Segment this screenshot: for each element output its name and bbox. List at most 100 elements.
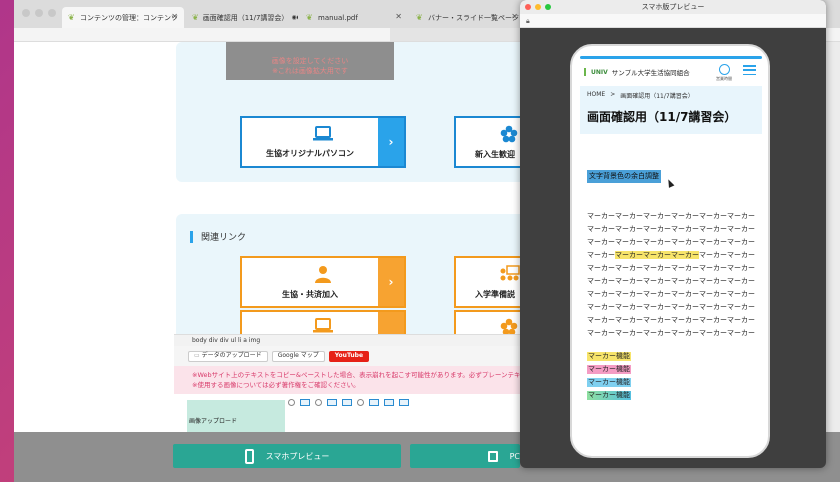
yellow-marker-highlight: マーカーマーカーマーカー: [615, 251, 699, 259]
image-layout-icon: [399, 399, 409, 406]
menu-icon[interactable]: [743, 65, 756, 75]
related-links-panel: 関連リンク 生協・共済加入 › 入学準備説: [176, 214, 520, 334]
site-header: UNIV サンプル大学生活協同組合 営業時間: [580, 59, 762, 85]
site-logo[interactable]: UNIV: [584, 68, 608, 76]
logo-text: UNIV: [591, 68, 608, 76]
breadcrumb-separator: >: [610, 91, 616, 98]
image-layout-icon: [342, 399, 352, 406]
notice-box: ※Webサイト上のテキストをコピー&ペーストした場合、表示崩れを起こす可能性があ…: [174, 366, 520, 394]
tab-label: バナー・スライド一覧ページ |: [428, 13, 524, 22]
button-label: 入学準備説: [475, 289, 515, 299]
audio-icon: ◉●: [291, 14, 298, 21]
section-title: 関連リンク: [201, 233, 247, 243]
marker-line: マーカーマーカーマーカーマーカーマーカーマーカー: [587, 303, 755, 311]
chevron-right-icon: ›: [378, 118, 404, 166]
marker-line: マーカーマーカーマーカーマーカーマーカーマーカー: [587, 225, 755, 233]
preview-titlebar: スマホ版プレビュー: [520, 0, 826, 14]
marker-line: マーカーマーカーマーカーマーカーマーカーマーカー: [587, 238, 755, 246]
breadcrumb-home[interactable]: HOME: [587, 91, 605, 100]
preview-minimize-button[interactable]: [535, 4, 541, 10]
smartphone-icon: [244, 448, 254, 464]
breadcrumb-current: 画面確認用（11/7講習会）: [620, 93, 694, 100]
laptop-icon: [313, 125, 333, 140]
laptop-icon: [313, 318, 333, 333]
google-maps-button[interactable]: Google マップ: [271, 350, 325, 362]
close-icon[interactable]: ✕: [395, 12, 402, 21]
lock-icon: 🔒︎: [526, 17, 530, 25]
leaf-favicon-icon: ❦: [306, 12, 313, 22]
pc-preview-button[interactable]: PC: [410, 444, 520, 468]
close-icon[interactable]: ✕: [511, 12, 518, 21]
preview-zoom-button[interactable]: [545, 4, 551, 10]
window-zoom-button[interactable]: [48, 9, 56, 17]
preview-close-button[interactable]: [525, 4, 531, 10]
tab-label: manual.pdf: [318, 13, 358, 22]
seminar-icon: [500, 264, 520, 280]
file-upload-label: データのアップロード: [201, 352, 262, 359]
button-label: 生協オリジナルパソコン: [266, 148, 354, 158]
original-pc-button[interactable]: 生協オリジナルパソコン ›: [240, 116, 406, 168]
hours-label: 営業時間: [716, 76, 732, 81]
image-layout-icon: [369, 399, 379, 406]
heading-accent-bar: [190, 230, 193, 243]
leaf-favicon-icon: ❦: [68, 12, 75, 22]
image-layout-icon: [300, 399, 310, 406]
tab-manual-pdf[interactable]: ❦ manual.pdf ✕: [300, 7, 408, 28]
image-placeholder[interactable]: 画像を設定してください ※これは画像拡大用です: [226, 42, 394, 80]
marker-line: マーカーマーカーマーカーマーカーマーカーマーカー: [587, 290, 755, 298]
marker-line: マーカーマーカーマーカーマーカーマーカーマーカー: [587, 316, 755, 324]
preview-window-title: スマホ版プレビュー: [641, 3, 705, 11]
sakura-icon: [500, 318, 518, 334]
sakura-link-button[interactable]: [454, 310, 520, 334]
marker-feature-yellow: マーカー機能: [587, 352, 631, 361]
window-close-button[interactable]: [22, 9, 30, 17]
layout-radio-3[interactable]: [357, 399, 364, 406]
marker-feature-green: マーカー機能: [587, 391, 631, 400]
button-label: 新入生歓迎: [475, 149, 515, 159]
marker-line: マーカーマーカーマーカーマーカーマーカーマーカー: [587, 212, 755, 220]
image-layout-icon: [384, 399, 394, 406]
tab-content-management[interactable]: ❦ コンテンツの管理：コンテンツ ✕: [62, 7, 184, 28]
chevron-right-icon: [378, 312, 404, 334]
selected-text[interactable]: 文字背景色の余白調整: [587, 170, 661, 183]
sp-preview-label: スマホプレビュー: [265, 451, 330, 461]
marker-line: マーカーマーカーマーカーマーカーマーカーマーカー: [587, 277, 755, 285]
phone-frame: UNIV サンプル大学生活協同組合 営業時間 HOME > 画面確認用（11/7…: [570, 44, 770, 458]
sakura-icon: [500, 125, 518, 142]
freshman-welcome-button[interactable]: 新入生歓迎: [454, 116, 520, 168]
left-pane: [14, 42, 174, 482]
layout-radio-1[interactable]: [288, 399, 295, 406]
tab-preview-page[interactable]: ❦ 画面確認用（11/7講習会） ◉●: [186, 7, 298, 28]
leaf-favicon-icon: ❦: [192, 12, 199, 22]
business-hours-link[interactable]: 営業時間: [716, 63, 732, 82]
address-bar[interactable]: [390, 28, 520, 41]
youtube-button[interactable]: YouTube: [328, 350, 370, 362]
marker-line: マーカーマーカーマーカーマーカーマーカーマーカー: [587, 264, 755, 272]
close-icon[interactable]: ✕: [171, 12, 178, 21]
page-hero: HOME > 画面確認用（11/7講習会） 画面確認用（11/7講習会）: [580, 86, 762, 134]
element-path-bar: body div div ul li a img: [174, 334, 520, 346]
site-name[interactable]: サンプル大学生活協同組合: [612, 67, 690, 77]
enrollment-prep-button[interactable]: 入学準備説: [454, 256, 520, 308]
tab-banner-list[interactable]: ❦ バナー・スライド一覧ページ | ✕: [410, 7, 524, 28]
laptop-link-button[interactable]: [240, 310, 406, 334]
pc-preview-label: PC: [509, 451, 520, 461]
membership-button[interactable]: 生協・共済加入 ›: [240, 256, 406, 308]
leaf-logo-icon: [584, 68, 590, 76]
window-minimize-button[interactable]: [35, 9, 43, 17]
marker-feature-pink: マーカー機能: [587, 365, 631, 374]
notice-line: ※Webサイト上のテキストをコピー&ペーストした場合、表示崩れを起こす可能性があ…: [192, 371, 520, 379]
folder-icon: ▭: [194, 352, 200, 359]
smartphone-preview-window: スマホ版プレビュー 🔒︎ UNIV サンプル大学生活協同組合 営業時間 HOME…: [520, 0, 826, 468]
youtube-label: YouTube: [334, 352, 364, 359]
marker-line: マーカーマーカーマーカーマーカーマーカーマーカー: [587, 329, 755, 337]
page-title: 画面確認用（11/7講習会）: [587, 110, 737, 124]
sp-preview-button[interactable]: スマホプレビュー: [173, 444, 401, 468]
layout-radio-2[interactable]: [315, 399, 322, 406]
placeholder-line: 画像を設定してください: [271, 57, 349, 65]
banner-panel-top: 画像を設定してください ※これは画像拡大用です 生協オリジナルパソコン › 新入…: [176, 42, 520, 182]
file-upload-button[interactable]: ▭ データのアップロード: [188, 350, 268, 362]
preview-address-bar: 🔒︎: [520, 14, 826, 28]
element-path: body div div ul li a img: [192, 337, 261, 344]
insert-toolbar: ▭ データのアップロード Google マップ YouTube: [174, 346, 520, 366]
